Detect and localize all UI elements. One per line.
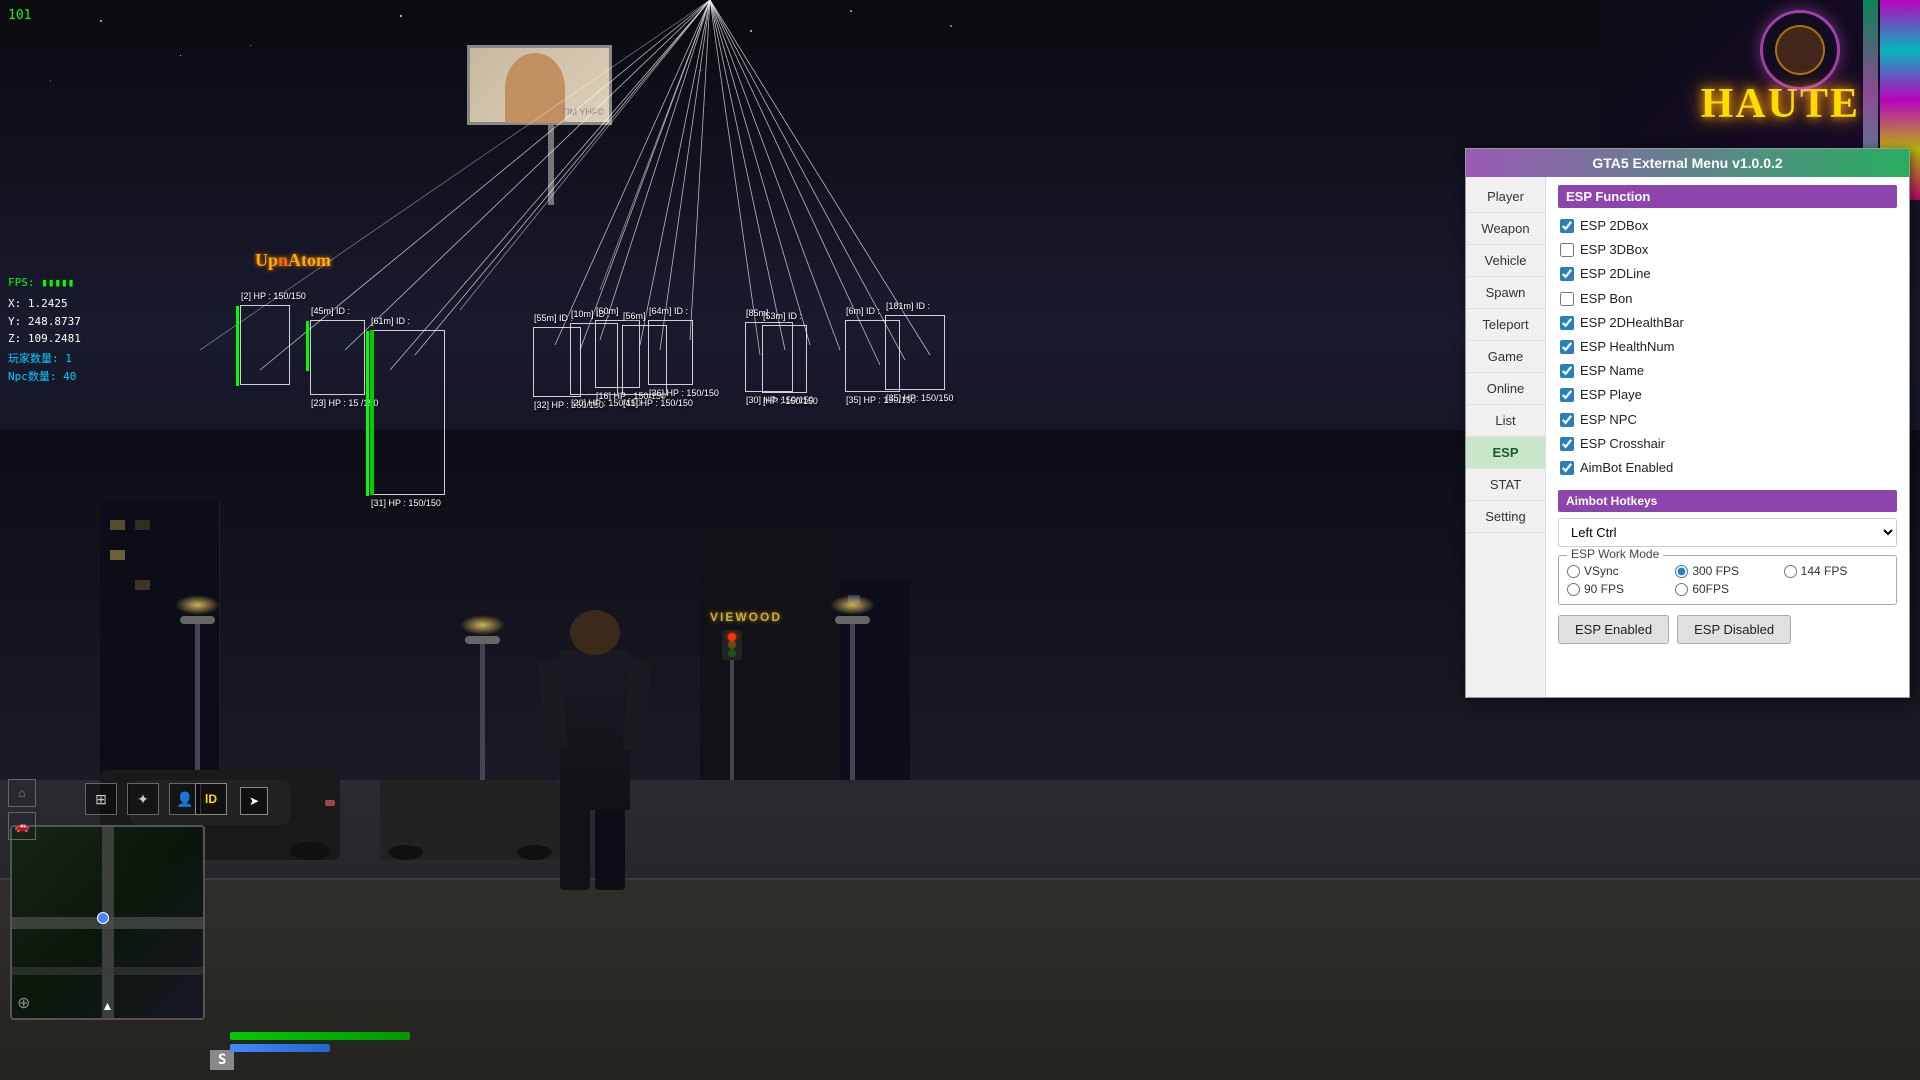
aimbot-hotkeys-header: Aimbot Hotkeys bbox=[1558, 490, 1897, 512]
sidebar-item-weapon[interactable]: Weapon bbox=[1466, 213, 1545, 245]
esp-disabled-button[interactable]: ESP Disabled bbox=[1677, 615, 1791, 644]
streetlight-3 bbox=[850, 620, 855, 780]
streetlight-1 bbox=[195, 620, 200, 780]
sidebar-item-vehicle[interactable]: Vehicle bbox=[1466, 245, 1545, 277]
armor-bar bbox=[230, 1044, 330, 1052]
aimbot-hotkey-dropdown[interactable]: Left Ctrl Right Ctrl Left Alt Right Alt … bbox=[1558, 518, 1897, 547]
check-esp-playe: ESP Playe bbox=[1558, 383, 1897, 407]
check-esp-crosshair: ESP Crosshair bbox=[1558, 432, 1897, 456]
checkbox-esp-2dbox[interactable] bbox=[1560, 219, 1574, 233]
score-display: 101 bbox=[8, 8, 31, 23]
esp-box-1: [2] HP : 150/150 bbox=[240, 305, 290, 385]
radio-90fps: 90 FPS bbox=[1567, 582, 1671, 596]
sidebar-item-teleport[interactable]: Teleport bbox=[1466, 309, 1545, 341]
radio-60fps: 60FPS bbox=[1675, 582, 1779, 596]
upatom-sign: UpnAtom bbox=[255, 250, 331, 271]
checkbox-esp-3dbox[interactable] bbox=[1560, 243, 1574, 257]
check-esp-bon: ESP Bon bbox=[1558, 287, 1897, 311]
hud-coords: X: 1.2425 Y: 248.8737 Z: 109.2481 bbox=[8, 295, 81, 348]
check-esp-3dbox: ESP 3DBox bbox=[1558, 238, 1897, 262]
y-coord: Y: 248.8737 bbox=[8, 313, 81, 331]
esp-enabled-button[interactable]: ESP Enabled bbox=[1558, 615, 1669, 644]
radio-144fps: 144 FPS bbox=[1784, 564, 1888, 578]
esp-work-mode-group: ESP Work Mode VSync 300 FPS 144 FPS bbox=[1558, 555, 1897, 605]
esp-box-2: [45m] ID : [23] HP : 15 /150 bbox=[310, 320, 365, 395]
radio-input-60fps[interactable] bbox=[1675, 583, 1688, 596]
esp-box-3: [61m] ID : [31] HP : 150/150 bbox=[370, 330, 445, 495]
sidebar-item-game[interactable]: Game bbox=[1466, 341, 1545, 373]
healthbar-green bbox=[370, 330, 374, 495]
radio-input-144fps[interactable] bbox=[1784, 565, 1797, 578]
icon-car-small: 🚗 bbox=[8, 812, 36, 840]
sidebar-item-online[interactable]: Online bbox=[1466, 373, 1545, 405]
traffic-light-pole bbox=[730, 660, 734, 780]
minimap: ▲ ⊕ bbox=[10, 825, 205, 1020]
icon-star: ✦ bbox=[127, 783, 159, 815]
hud-fps: FPS: ▮▮▮▮▮ bbox=[8, 275, 74, 292]
radio-input-vsync[interactable] bbox=[1567, 565, 1580, 578]
icon-home: ⌂ bbox=[8, 779, 36, 807]
menu-title: GTA5 External Menu v1.0.0.2 bbox=[1466, 149, 1909, 177]
esp-work-mode-legend: ESP Work Mode bbox=[1567, 547, 1663, 561]
check-esp-npc: ESP NPC bbox=[1558, 408, 1897, 432]
menu-sidebar: Player Weapon Vehicle Spawn Teleport Gam… bbox=[1466, 177, 1546, 697]
billboard: TIM YHF© bbox=[467, 45, 612, 125]
check-esp-healthnum: ESP HealthNum bbox=[1558, 335, 1897, 359]
streetlight-2 bbox=[480, 640, 485, 780]
sidebar-item-spawn[interactable]: Spawn bbox=[1466, 277, 1545, 309]
check-aimbot-enabled: AimBot Enabled bbox=[1558, 456, 1897, 480]
radio-input-90fps[interactable] bbox=[1567, 583, 1580, 596]
cheat-menu: GTA5 External Menu v1.0.0.2 Player Weapo… bbox=[1465, 148, 1910, 698]
arrow-icon: ➤ bbox=[240, 787, 268, 815]
check-esp-2dhealthbar: ESP 2DHealthBar bbox=[1558, 311, 1897, 335]
level-badge: lD bbox=[195, 783, 227, 815]
checkbox-esp-2dhealthbar[interactable] bbox=[1560, 316, 1574, 330]
checkbox-esp-bon[interactable] bbox=[1560, 292, 1574, 306]
esp-box-8: [64m] ID : [36] HP : 150/150 bbox=[648, 320, 693, 385]
z-coord: Z: 109.2481 bbox=[8, 330, 81, 348]
esp-box-10: [53m] ID : [HP : 150/150 bbox=[762, 325, 807, 393]
check-esp-2dbox: ESP 2DBox bbox=[1558, 214, 1897, 238]
radio-vsync: VSync bbox=[1567, 564, 1671, 578]
esp-function-header: ESP Function bbox=[1558, 185, 1897, 208]
checkbox-esp-2dline[interactable] bbox=[1560, 267, 1574, 281]
hud-left-icons: ⌂ 🚗 bbox=[8, 779, 36, 840]
checkbox-esp-crosshair[interactable] bbox=[1560, 437, 1574, 451]
player-count: 玩家数量: 1 bbox=[8, 350, 76, 368]
sidebar-item-list[interactable]: List bbox=[1466, 405, 1545, 437]
sidebar-item-setting[interactable]: Setting bbox=[1466, 501, 1545, 533]
rank-badge-s: S bbox=[210, 1050, 234, 1070]
check-esp-2dline: ESP 2DLine bbox=[1558, 262, 1897, 286]
checkbox-esp-npc[interactable] bbox=[1560, 413, 1574, 427]
health-bar bbox=[230, 1032, 410, 1040]
building-3: VIEWOOD bbox=[700, 530, 840, 780]
sidebar-item-esp[interactable]: ESP bbox=[1466, 437, 1545, 469]
hud-top-left: 101 bbox=[8, 8, 31, 23]
menu-body: Player Weapon Vehicle Spawn Teleport Gam… bbox=[1466, 177, 1909, 697]
checkbox-aimbot-enabled[interactable] bbox=[1560, 461, 1574, 475]
radio-input-300fps[interactable] bbox=[1675, 565, 1688, 578]
player-character bbox=[560, 650, 630, 890]
check-esp-name: ESP Name bbox=[1558, 359, 1897, 383]
radio-300fps: 300 FPS bbox=[1675, 564, 1779, 578]
car-2 bbox=[380, 780, 560, 860]
checkbox-esp-healthnum[interactable] bbox=[1560, 340, 1574, 354]
icon-map: ⊞ bbox=[85, 783, 117, 815]
sidebar-item-stat[interactable]: STAT bbox=[1466, 469, 1545, 501]
menu-main-content: ESP Function ESP 2DBox ESP 3DBox ESP 2DL… bbox=[1546, 177, 1909, 697]
haute-neon: HAUTE bbox=[1701, 80, 1860, 128]
sidebar-item-player[interactable]: Player bbox=[1466, 181, 1545, 213]
x-coord: X: 1.2425 bbox=[8, 295, 81, 313]
checkbox-esp-name[interactable] bbox=[1560, 364, 1574, 378]
esp-box-12: [181m] ID : [35] HP: 150/150 bbox=[885, 315, 945, 390]
hud-health-armor bbox=[230, 1032, 360, 1052]
hud-player-info: 玩家数量: 1 Npc数量: 40 bbox=[8, 350, 76, 385]
hud-action-icons: ⊞ ✦ 👤 bbox=[85, 783, 201, 815]
checkbox-esp-playe[interactable] bbox=[1560, 388, 1574, 402]
esp-toggle-buttons: ESP Enabled ESP Disabled bbox=[1558, 615, 1897, 644]
npc-count: Npc数量: 40 bbox=[8, 368, 76, 386]
building-1 bbox=[100, 500, 220, 780]
radio-group-fps: VSync 300 FPS 144 FPS 90 FPS bbox=[1567, 564, 1888, 596]
billboard-support bbox=[548, 125, 554, 205]
